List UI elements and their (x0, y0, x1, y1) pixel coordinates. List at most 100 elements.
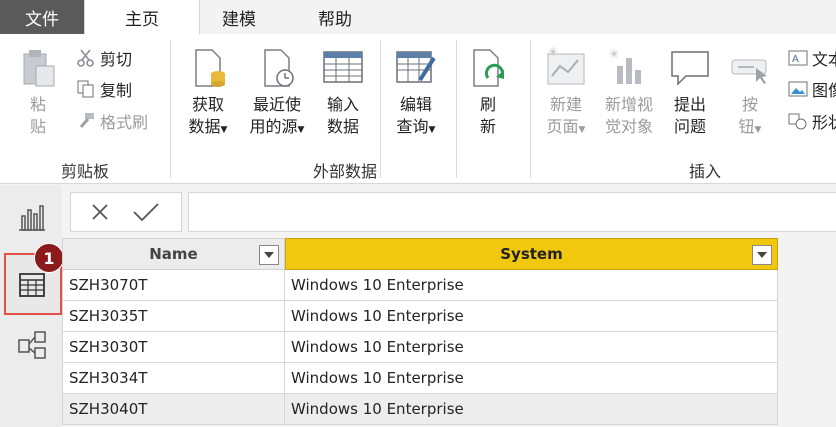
paste-button[interactable]: 粘 贴 (14, 46, 62, 138)
chevron-down-icon: ▼ (428, 125, 436, 135)
new-visual-icon: ✳ (609, 47, 641, 84)
paste-label-1: 粘 (29, 95, 46, 114)
report-view-button[interactable] (12, 197, 52, 237)
tab-help[interactable]: 帮助 (300, 0, 370, 34)
table-row[interactable]: SZH3070T Windows 10 Enterprise (62, 270, 778, 301)
menu-bar: 文件 主页 建模 帮助 (0, 0, 836, 34)
column-header-name[interactable]: Name (62, 238, 285, 270)
edit-queries-label-2: 查询 (396, 117, 429, 136)
new-page-icon: ✳ (547, 46, 585, 85)
formula-bar (70, 192, 836, 232)
image-icon (788, 81, 808, 97)
get-data-label-1: 获取 (191, 95, 224, 114)
table-row[interactable]: SZH3035T Windows 10 Enterprise (62, 301, 778, 332)
shapes-label: 形状 (812, 113, 836, 132)
cell-name[interactable]: SZH3030T (62, 332, 285, 363)
chevron-down-icon: ▼ (297, 125, 305, 135)
cell-name[interactable]: SZH3070T (62, 270, 285, 301)
separator (530, 40, 531, 178)
filter-dropdown-button[interactable] (752, 245, 772, 265)
cell-system[interactable]: Windows 10 Enterprise (285, 394, 778, 425)
recent-sources-icon (264, 49, 294, 87)
text-box-button[interactable]: A 文本 (788, 46, 836, 70)
copy-icon (77, 80, 94, 98)
column-header-name-label: Name (149, 245, 198, 263)
column-header-system-label: System (500, 245, 563, 263)
table-row[interactable]: SZH3040T Windows 10 Enterprise (62, 394, 778, 425)
cell-name[interactable]: SZH3034T (62, 363, 285, 394)
clipboard-group-label: 剪贴板 (60, 162, 109, 181)
bar-chart-icon (19, 205, 45, 231)
data-grid: Name System SZH3070T Windows 10 Enterpri… (62, 238, 836, 427)
scissors-icon (77, 49, 94, 67)
image-button[interactable]: 图像 (788, 77, 836, 101)
new-page-label-2: 页面 (546, 117, 579, 136)
external-data-group-label: 外部数据 (312, 162, 377, 181)
separator (456, 40, 457, 178)
buttons-button[interactable]: 按 钮▼ (724, 46, 776, 141)
checkmark-icon[interactable] (131, 199, 161, 225)
table-row[interactable]: SZH3034T Windows 10 Enterprise (62, 363, 778, 394)
cut-label: 剪切 (100, 50, 133, 69)
copy-button[interactable]: 复制 (76, 77, 132, 101)
chevron-down-icon: ▼ (578, 125, 586, 135)
step-badge: 1 (34, 243, 64, 273)
cell-system[interactable]: Windows 10 Enterprise (285, 363, 778, 394)
recent-sources-button[interactable]: 最近使 用的源▼ (244, 46, 310, 141)
speech-bubble-icon (671, 51, 709, 86)
new-page-label-1: 新建 (549, 95, 582, 114)
chevron-down-icon (757, 252, 767, 258)
relationships-icon (18, 331, 46, 359)
filter-dropdown-button[interactable] (259, 245, 279, 265)
recent-sources-label-2: 用的源 (249, 117, 298, 136)
get-data-icon (195, 49, 225, 87)
close-icon[interactable] (87, 199, 113, 225)
file-menu[interactable]: 文件 (0, 0, 84, 34)
shapes-icon (788, 113, 807, 130)
edit-queries-label-1: 编辑 (399, 95, 432, 114)
view-nav: 1 (0, 185, 64, 427)
tab-modeling[interactable]: 建模 (204, 0, 274, 34)
format-painter-button[interactable]: 格式刷 (76, 109, 148, 133)
refresh-button[interactable]: 刷 新 (466, 46, 510, 138)
ask-question-button[interactable]: 提出 问题 (664, 46, 716, 138)
enter-data-label-2: 数据 (326, 117, 359, 136)
cell-system[interactable]: Windows 10 Enterprise (285, 301, 778, 332)
new-visual-label-2: 觉对象 (604, 117, 653, 136)
enter-data-button[interactable]: 输入 数据 (318, 46, 368, 138)
chevron-down-icon (264, 252, 274, 258)
column-header-system[interactable]: System (285, 238, 778, 270)
button-icon (731, 59, 767, 84)
cell-name[interactable]: SZH3035T (62, 301, 285, 332)
table-row[interactable]: SZH3030T Windows 10 Enterprise (62, 332, 778, 363)
ask-question-label-1: 提出 (673, 95, 706, 114)
edit-queries-button[interactable]: 编辑 查询▼ (388, 46, 444, 141)
image-label: 图像 (812, 81, 836, 100)
cell-system[interactable]: Windows 10 Enterprise (285, 332, 778, 363)
chevron-down-icon: ▼ (220, 125, 228, 135)
get-data-button[interactable]: 获取 数据▼ (180, 46, 236, 141)
new-visual-label-1: 新增视 (604, 95, 653, 114)
buttons-label-2: 钮 (738, 117, 755, 136)
cut-button[interactable]: 剪切 (76, 46, 132, 70)
enter-data-label-1: 输入 (326, 95, 359, 114)
model-view-button[interactable] (12, 325, 52, 365)
new-visual-button[interactable]: ✳ 新增视 觉对象 (598, 46, 660, 138)
ask-question-label-2: 问题 (673, 117, 706, 136)
clipboard-icon (23, 50, 55, 87)
chevron-down-icon: ▼ (754, 125, 762, 135)
paintbrush-icon (79, 113, 94, 128)
text-box-icon: A (788, 50, 808, 66)
insert-group-label: 插入 (688, 162, 721, 181)
new-page-button[interactable]: ✳ 新建 页面▼ (538, 46, 594, 141)
format-painter-label: 格式刷 (100, 113, 149, 132)
tab-home[interactable]: 主页 (84, 0, 200, 34)
svg-text:✳: ✳ (548, 46, 558, 59)
refresh-label-2: 新 (479, 117, 496, 136)
table-icon (323, 51, 363, 83)
formula-input[interactable] (188, 192, 836, 232)
shapes-button[interactable]: 形状 (788, 109, 836, 133)
cell-system[interactable]: Windows 10 Enterprise (285, 270, 778, 301)
cell-name[interactable]: SZH3040T (62, 394, 285, 425)
text-box-label: 文本 (812, 50, 836, 69)
